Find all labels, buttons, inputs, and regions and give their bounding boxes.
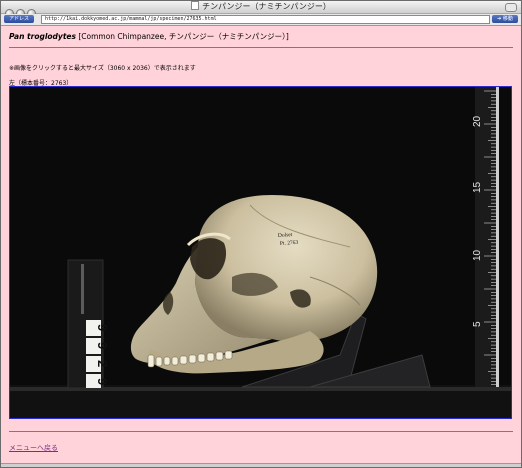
address-bar: アドレス http://1kai.dokkyomed.ac.jp/mammal/… bbox=[1, 14, 521, 26]
page-heading: Pan troglodytes [Common Chimpanzee, チンパン… bbox=[9, 31, 289, 42]
address-label: アドレス bbox=[4, 15, 35, 23]
page-content: Pan troglodytes [Common Chimpanzee, チンパン… bbox=[1, 26, 521, 467]
divider-top bbox=[9, 47, 513, 48]
divider-bottom bbox=[9, 431, 513, 432]
tag-digit-1: 9 bbox=[95, 324, 110, 331]
ruler-label-20: 20 bbox=[472, 115, 483, 127]
tag-stand-mark bbox=[81, 264, 84, 314]
tag-digit-2: 9 bbox=[95, 342, 110, 349]
tag-digit-3: 2 bbox=[95, 360, 110, 367]
specimen-photo-link[interactable]: 20 15 10 5 9 9 2 9 Dolset Pt. 2763 bbox=[9, 86, 512, 419]
ruler-label-15: 15 bbox=[472, 181, 483, 193]
skull-label-line1: Dolset bbox=[278, 232, 293, 239]
click-note: ※画像をクリックすると最大サイズ（3060 x 2036）で表示されます bbox=[9, 65, 196, 72]
go-label: 移動 bbox=[502, 16, 513, 22]
back-to-menu-link[interactable]: メニューへ戻る bbox=[9, 443, 58, 453]
window-title: チンパンジー（ナミチンパンジー） bbox=[202, 2, 331, 11]
window-bottom-edge bbox=[1, 463, 521, 467]
scale-ruler: 20 15 10 5 bbox=[472, 87, 499, 387]
ruler-edge bbox=[496, 87, 499, 387]
window-title-wrap: チンパンジー（ナミチンパンジー） bbox=[1, 1, 521, 13]
ruler-label-10: 10 bbox=[472, 249, 483, 261]
title-bar[interactable]: チンパンジー（ナミチンパンジー） bbox=[1, 1, 521, 18]
go-arrow-icon: ➔ bbox=[497, 16, 502, 22]
browser-window: チンパンジー（ナミチンパンジー） アドレス http://1kai.dokkyo… bbox=[0, 0, 522, 468]
url-input[interactable]: http://1kai.dokkyomed.ac.jp/mammal/jp/sp… bbox=[41, 15, 490, 24]
skull-photo: 20 15 10 5 9 9 2 9 Dolset Pt. 2763 bbox=[10, 87, 511, 418]
ruler-label-5: 5 bbox=[472, 321, 483, 327]
toolbar-toggle-button[interactable] bbox=[505, 3, 517, 12]
common-names: [Common Chimpanzee, チンパンジー（ナミチンパンジー）] bbox=[78, 32, 289, 41]
go-button[interactable]: ➔ 移動 bbox=[492, 15, 518, 23]
tag-digit-4: 9 bbox=[95, 378, 110, 385]
scientific-name: Pan troglodytes bbox=[9, 32, 76, 41]
document-icon bbox=[191, 1, 200, 10]
